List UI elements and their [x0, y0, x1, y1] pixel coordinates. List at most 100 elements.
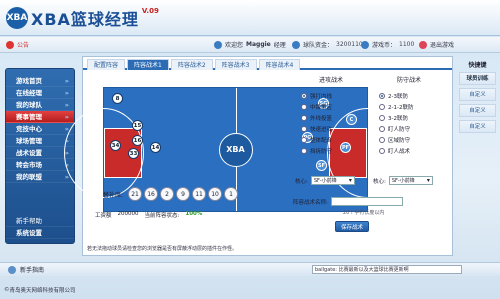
shortcut-training[interactable]: 球员训练 [459, 72, 496, 85]
bench-player-14[interactable]: 14 [150, 142, 161, 153]
bench-player-15[interactable]: 15 [132, 120, 143, 131]
radio-icon [379, 92, 385, 99]
tactic-name-label: 阵容战术名称: [293, 199, 328, 206]
salary-value: 200000 [117, 211, 139, 217]
notice-icon [6, 40, 14, 49]
option-label: 2-3联防 [388, 93, 408, 100]
bench-player-33[interactable]: 33 [128, 148, 139, 159]
bench-number[interactable]: 9 [176, 187, 191, 201]
help-link[interactable]: 新手指南 [20, 265, 44, 274]
sidebar-item-match-management[interactable]: 赛事管理 [6, 111, 74, 123]
bench-number[interactable]: 21 [128, 187, 143, 201]
shortcut-custom-2[interactable]: 自定义 [459, 104, 496, 117]
sidebar-item-settings[interactable]: 系统设置 [6, 227, 74, 239]
bench-number[interactable]: 16 [144, 187, 159, 201]
notice-link[interactable]: 公告 [6, 40, 29, 49]
option-label: 快速进攻 [310, 126, 333, 133]
offense-option[interactable]: 中锋策应 [295, 101, 367, 112]
option-label: 外线投篮 [310, 115, 333, 122]
offense-option[interactable]: 外线投篮 [295, 112, 367, 123]
offense-option[interactable]: 强打内线 [295, 90, 367, 101]
message-ticker: ballgate: 比赛最新以及大篮球比赛更新啊 [312, 265, 462, 274]
bench-number[interactable]: 11 [192, 187, 207, 201]
username: Maggie [246, 41, 271, 48]
footer-bar: 新手指南 ballgate: 比赛最新以及大篮球比赛更新啊 [0, 262, 500, 276]
version-badge: V.09 [141, 7, 159, 15]
radio-icon [301, 92, 307, 99]
radio-icon [379, 114, 385, 121]
option-label: 中锋策应 [310, 104, 333, 111]
tab-tactic-1[interactable]: 阵容战术1 [127, 59, 169, 70]
role-label: 经理 [273, 42, 286, 49]
tab-lineup-config[interactable]: 配置阵容 [87, 59, 126, 70]
sidebar-item-online-manager[interactable]: 在线经理 [6, 87, 74, 99]
radio-icon [301, 136, 307, 143]
shortcut-panel: 快捷键 球员训练 自定义 自定义 自定义 [459, 56, 496, 196]
shortcut-custom-3[interactable]: 自定义 [459, 120, 496, 133]
tab-tactic-3[interactable]: 阵容战术3 [214, 59, 257, 70]
bench-player-34[interactable]: 34 [110, 140, 121, 151]
bench-label: 替补席: [103, 191, 124, 199]
defense-option[interactable]: 盯人防守 [373, 123, 445, 134]
bench-player-8[interactable]: 8 [112, 93, 123, 104]
offense-core-row: 核心: SF-小前锋 [295, 176, 355, 185]
core-label: 核心: [295, 178, 308, 185]
funds-label: 球队资金： [303, 42, 334, 49]
salary-label: 工资额 [95, 213, 112, 219]
radio-icon [301, 103, 307, 110]
offense-option[interactable]: 挡拆防守 [295, 145, 367, 156]
offense-column: 进攻战术 强打内线 中锋策应 外线投篮 快速进攻 整体配合 挡拆防守 [295, 75, 367, 156]
offense-title: 进攻战术 [318, 77, 343, 84]
funds-icon [292, 40, 300, 49]
logout-button[interactable]: 退出游戏 [419, 40, 454, 49]
defense-option[interactable]: 2-1-2联防 [373, 101, 445, 112]
defense-core-row: 核心: SF-小前锋 [373, 176, 433, 185]
defense-option[interactable]: 2-3联防 [373, 90, 445, 101]
shortcut-custom-1[interactable]: 自定义 [459, 88, 496, 101]
logout-icon [419, 40, 427, 49]
points-value: 1100 [399, 41, 415, 48]
tactic-name-area: 阵容战术名称: 20个字符长度以内 保存战术 [293, 197, 443, 232]
bench-number[interactable]: 2 [160, 187, 175, 201]
sidebar-item-help[interactable]: 新手帮助 [6, 215, 74, 227]
bench-number[interactable]: 10 [208, 187, 223, 201]
defense-column: 防守战术 2-3联防 2-1-2联防 3-2联防 盯人防守 区域防守 盯人战术 [373, 75, 445, 156]
offense-option[interactable]: 整体配合 [295, 134, 367, 145]
core-label: 核心: [373, 178, 386, 185]
offense-option[interactable]: 快速进攻 [295, 123, 367, 134]
bench-player-16[interactable]: 16 [132, 135, 143, 146]
sidebar-item-my-team[interactable]: 我的球队 [6, 99, 74, 111]
save-tactic-button[interactable]: 保存战术 [335, 221, 369, 232]
funds-value: 3200110 [336, 41, 363, 48]
defense-option[interactable]: 盯人战术 [373, 145, 445, 156]
salary-info: 工资额 200000 当前阵容状态: 100% [95, 211, 202, 219]
option-label: 区域防守 [388, 137, 411, 144]
tactic-name-input[interactable] [330, 197, 403, 206]
coin-icon [361, 40, 369, 49]
drag-tip: 若无法拖动球员请检查您的浏览器是否有屏蔽浮动层的插件在作怪。 [87, 246, 238, 252]
defense-option[interactable]: 区域防守 [373, 134, 445, 145]
sidebar-item-home[interactable]: 游戏首页 [6, 75, 74, 87]
sidebar-item-my-league[interactable]: 我的联盟 [6, 171, 74, 183]
option-label: 3-2联防 [388, 115, 408, 122]
option-label: 挡拆防守 [310, 148, 333, 155]
radio-icon [301, 125, 307, 132]
option-label: 盯人防守 [388, 126, 411, 133]
radio-icon [301, 147, 307, 154]
defense-option[interactable]: 3-2联防 [373, 112, 445, 123]
defense-core-select[interactable]: SF-小前锋 [388, 176, 433, 185]
radio-icon [379, 147, 385, 154]
tab-tactic-4[interactable]: 阵容战术4 [258, 59, 301, 70]
sidebar-bottom: 新手帮助 系统设置 [6, 215, 74, 239]
shortcut-title: 快捷键 [468, 62, 487, 69]
bench-number[interactable]: 1 [224, 187, 239, 201]
copyright: © 青岛奥天网络科技有限公司 [0, 281, 500, 299]
sidebar-item-arena[interactable]: 竞技中心 [6, 123, 74, 135]
tab-tactic-2[interactable]: 阵容战术2 [170, 59, 213, 70]
defense-title: 防守战术 [396, 77, 421, 84]
status-value: 100% [185, 211, 203, 217]
logo: XBA XBA篮球经理 V.09 [6, 6, 159, 30]
offense-core-select[interactable]: SF-小前锋 [310, 176, 355, 185]
center-logo: XBA [226, 145, 245, 154]
option-label: 强打内线 [310, 93, 333, 100]
